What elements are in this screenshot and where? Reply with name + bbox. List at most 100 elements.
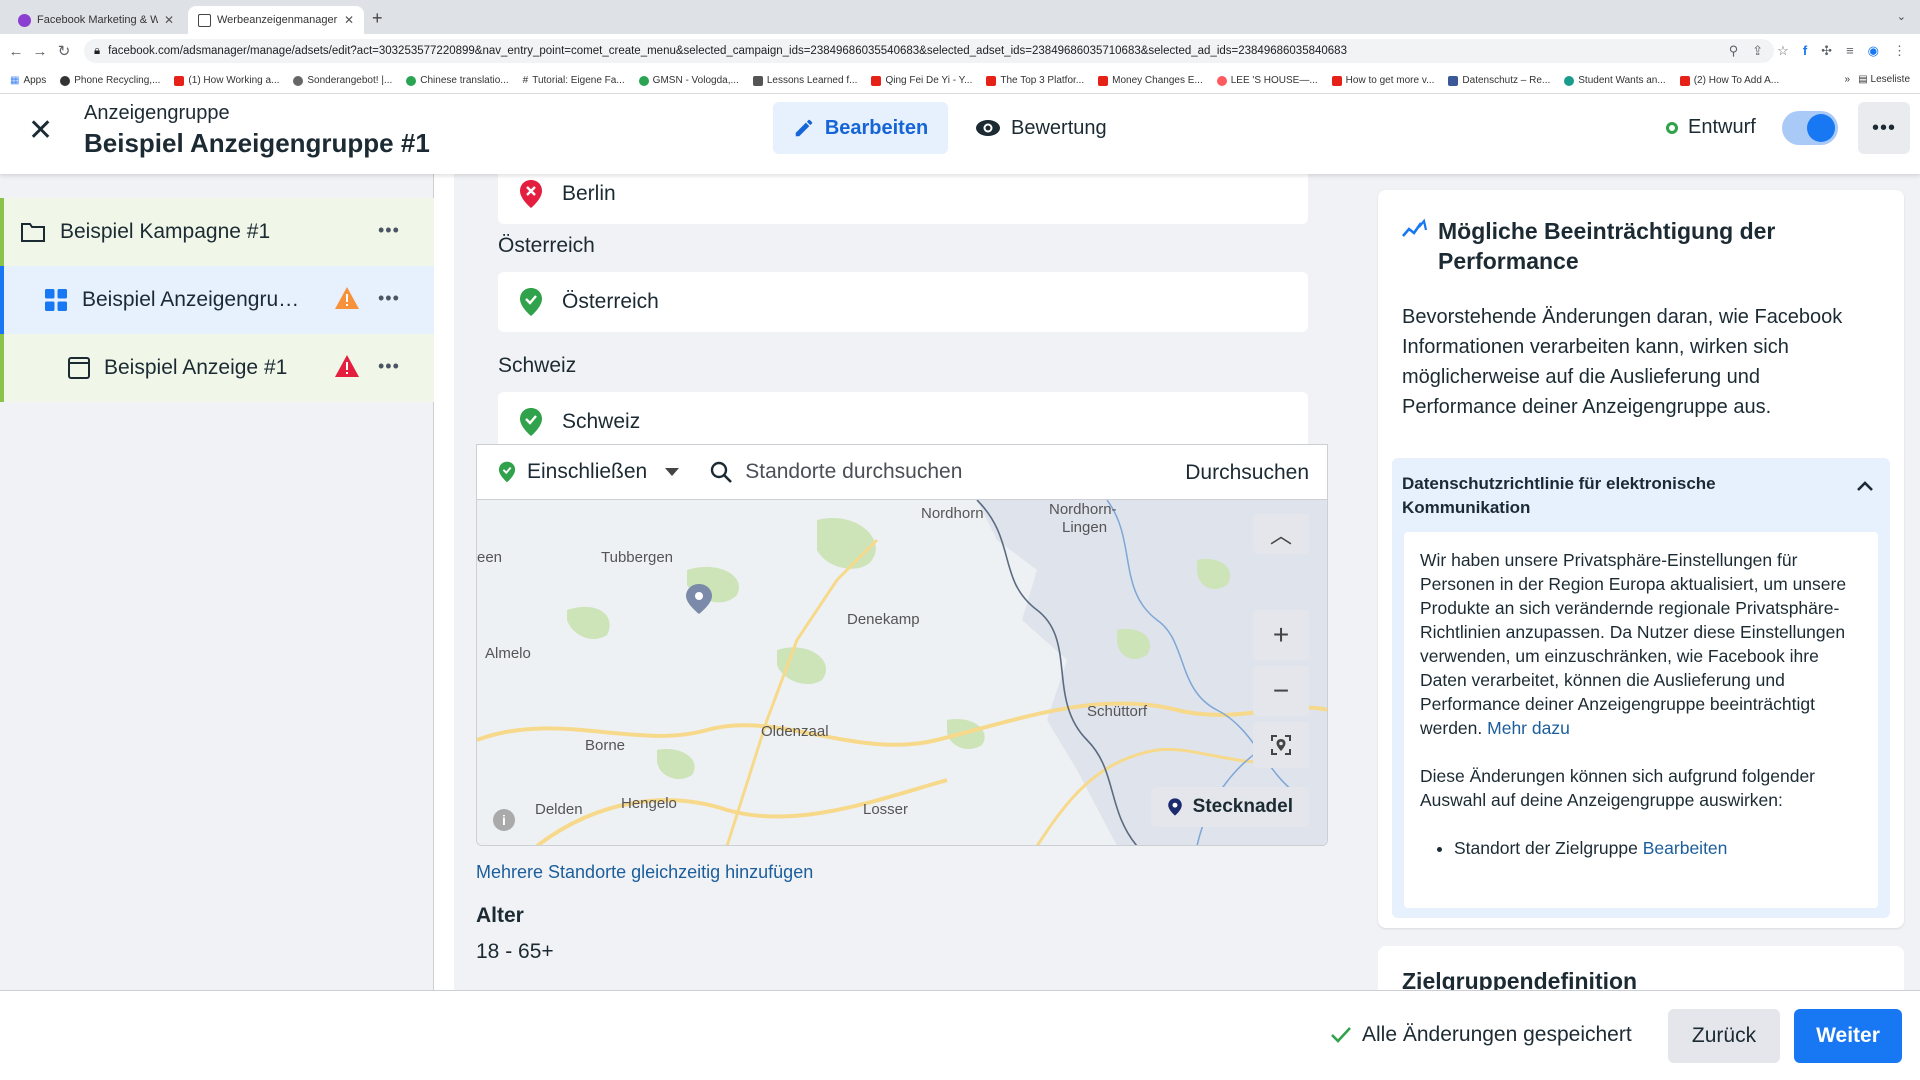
zoom-out-icon[interactable]: − [1253, 666, 1309, 716]
svg-text:Losser: Losser [863, 801, 908, 818]
reading-list-button[interactable]: ▤ Leseliste [1858, 74, 1910, 85]
tree-item-adset[interactable]: Beispiel Anzeigengruppe #1 ••• [0, 266, 434, 334]
location-card-included[interactable]: Österreich [498, 272, 1308, 332]
location-search-input[interactable]: Standorte durchsuchen [709, 460, 962, 484]
bookmark[interactable]: The Top 3 Platfor... [986, 75, 1084, 86]
tab-favicon-icon [198, 13, 211, 27]
warning-icon[interactable] [334, 286, 360, 310]
browser-toolbar-icons: ⚲ ⇪ ☆ f ✣ ≡ ◉ ⋮ [1729, 43, 1906, 59]
back-arrow-icon[interactable]: ← [4, 43, 28, 60]
url-field[interactable]: 🔒︎ facebook.com/adsmanager/manage/adsets… [84, 39, 1774, 63]
location-card-excluded[interactable]: Berlin [498, 174, 1308, 224]
bookmark-apps[interactable]: ▦ Apps [10, 75, 46, 86]
add-multiple-locations-link[interactable]: Mehrere Standorte gleichzeitig hinzufüge… [476, 862, 813, 883]
zoom-in-icon[interactable]: + [1253, 610, 1309, 660]
location-card-included[interactable]: Schweiz [498, 392, 1308, 452]
tab-search-chevron-icon[interactable]: ⌄ [1897, 10, 1906, 23]
include-label: Einschließen [527, 460, 648, 483]
bookmark[interactable]: Sonderangebot! |... [293, 75, 392, 86]
bookmark[interactable]: Datenschutz – Re... [1448, 75, 1550, 86]
browser-menu-icon[interactable]: ⋮ [1893, 43, 1906, 59]
location-map[interactable]: Nordhorn Nordhorn- Lingen Tubbergen een … [476, 500, 1328, 846]
chevron-up-icon[interactable]: ︿ [1253, 514, 1309, 554]
svg-text:Oldenzaal: Oldenzaal [761, 723, 829, 740]
pencil-icon [795, 119, 813, 137]
bookmarks-bar: ▦ Apps Phone Recycling,... (1) How Workin… [0, 68, 1920, 94]
bookmark-favicon-icon [1564, 75, 1575, 86]
more-options-icon[interactable]: ••• [378, 356, 400, 377]
svg-text:Hengelo: Hengelo [621, 795, 677, 812]
edit-audience-location-link[interactable]: Bearbeiten [1643, 838, 1728, 858]
bookmark[interactable]: Money Changes E... [1098, 75, 1203, 86]
list-item: Standort der Zielgruppe Bearbeiten [1454, 836, 1862, 860]
youtube-icon [1679, 75, 1690, 86]
tree-item-ad[interactable]: Beispiel Anzeige #1 ••• [0, 334, 434, 402]
more-options-icon[interactable]: ••• [378, 220, 400, 241]
facebook-extension-icon[interactable]: f [1803, 43, 1807, 59]
extensions-puzzle-icon[interactable]: ✣ [1821, 43, 1832, 59]
profile-avatar-icon[interactable]: ◉ [1868, 43, 1879, 59]
accordion-title[interactable]: Datenschutzrichtlinie für elektronische … [1402, 472, 1822, 520]
bookmark[interactable]: Phone Recycling,... [60, 75, 160, 86]
reading-list-icon[interactable]: ≡ [1846, 43, 1854, 59]
age-value[interactable]: 18 - 65+ [476, 940, 554, 964]
bookmark[interactable]: Lessons Learned f... [752, 75, 857, 86]
bookmarks-overflow[interactable]: » [1844, 74, 1850, 85]
browser-tab-facebook-marketing[interactable]: Facebook Marketing & Werbea ✕ [8, 6, 184, 34]
card-title: Mögliche Beeinträchtigung der Performanc… [1438, 218, 1776, 274]
edit-button[interactable]: Bearbeiten [773, 102, 948, 154]
bookmark[interactable]: GMSN - Vologda,... [638, 75, 739, 86]
share-icon[interactable]: ⇪ [1752, 43, 1763, 59]
zoom-icon[interactable]: ⚲ [1729, 43, 1739, 59]
bookmark[interactable]: How to get more v... [1331, 75, 1434, 86]
included-pin-icon [520, 408, 542, 436]
footer-bar: Alle Änderungen gespeichert Zurück Weite… [0, 990, 1920, 1080]
tree-item-campaign[interactable]: Beispiel Kampagne #1 ••• [0, 198, 434, 266]
next-button[interactable]: Weiter [1794, 1009, 1902, 1063]
drop-pin-button[interactable]: Stecknadel [1150, 787, 1309, 827]
learn-more-link[interactable]: Mehr dazu [1487, 718, 1570, 738]
active-toggle[interactable] [1782, 111, 1838, 145]
more-options-button[interactable]: ••• [1858, 102, 1910, 154]
star-icon[interactable]: ☆ [1777, 43, 1789, 59]
age-label: Alter [476, 904, 524, 927]
svg-text:Schüttorf: Schüttorf [1087, 703, 1148, 720]
location-target-icon [1271, 735, 1291, 755]
folder-icon [21, 223, 45, 242]
browser-tab-werbeanzeigenmanager[interactable]: Werbeanzeigenmanager - Wer ✕ [188, 6, 364, 34]
bookmark[interactable]: Qing Fei De Yi - Y... [871, 75, 972, 86]
bookmark[interactable]: # Tutorial: Eigene Fa... [523, 75, 625, 86]
new-tab-icon[interactable]: + [372, 8, 383, 29]
info-icon[interactable]: i [493, 809, 515, 831]
bookmark[interactable]: (2) How To Add A... [1679, 75, 1779, 86]
bookmark[interactable]: Chinese translatio... [406, 75, 509, 86]
accordion-body: Wir haben unsere Privatsphäre-Einstellun… [1404, 532, 1878, 908]
review-button[interactable]: Bewertung [975, 102, 1107, 154]
svg-text:Denekamp: Denekamp [847, 611, 920, 628]
chevron-up-icon[interactable] [1856, 480, 1874, 492]
status-label: Entwurf [1688, 116, 1756, 138]
selected-locations-list: Berlin Österreich Österreich Schweiz Sch… [476, 174, 1328, 452]
tab-close-icon[interactable]: ✕ [164, 13, 174, 27]
reload-icon[interactable]: ↻ [52, 42, 76, 60]
facebook-icon [1448, 75, 1459, 86]
forward-arrow-icon[interactable]: → [28, 43, 52, 60]
hashtag-icon: # [522, 75, 529, 86]
bookmark[interactable]: Student Wants an... [1564, 75, 1666, 86]
bookmark[interactable]: (1) How Working a... [174, 75, 279, 86]
status-dot-icon [1666, 121, 1678, 134]
affected-settings-list: Standort der Zielgruppe Bearbeiten [1454, 836, 1862, 860]
include-dropdown[interactable]: Einschließen [497, 460, 680, 484]
tree-item-label: Beispiel Anzeigengruppe #1 [82, 288, 302, 311]
bookmark[interactable]: LEE 'S HOUSE—... [1216, 75, 1318, 86]
edit-label: Bearbeiten [824, 116, 929, 139]
bookmark-favicon-icon [752, 75, 763, 86]
close-icon[interactable]: ✕ [28, 116, 53, 146]
tab-close-icon[interactable]: ✕ [344, 13, 354, 27]
youtube-icon [871, 75, 882, 86]
more-options-icon[interactable]: ••• [378, 288, 400, 309]
locate-icon[interactable] [1253, 722, 1309, 768]
browse-button[interactable]: Durchsuchen [1185, 461, 1309, 485]
back-button[interactable]: Zurück [1668, 1009, 1780, 1063]
error-icon[interactable] [334, 354, 360, 378]
